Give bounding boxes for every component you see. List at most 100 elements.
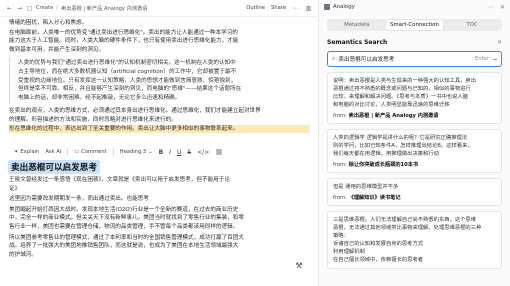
tab-toc[interactable]: TOC xyxy=(443,20,501,30)
toolbar-divider xyxy=(112,148,114,156)
heading-text: 卖出恶棍可以启发思考 xyxy=(11,163,97,173)
semantics-search-header: Semantics Search ✕ xyxy=(327,39,502,46)
back-arrow-icon[interactable]: ← xyxy=(6,5,13,12)
comment-icon: ▭ xyxy=(74,149,80,155)
paragraph-line: 战。培养了一批强大的美团地推销售团队，而这就是说，也成为了美团在本地生活领域最强… xyxy=(9,243,239,250)
heading-level-dropdown[interactable]: Heading 3 ⌄ xyxy=(120,149,153,155)
code-icon[interactable]: </> xyxy=(197,149,209,156)
document-body-lower[interactable]: 王晓文曾经发过一条感悟《现在困顿》，文章就是《卖出可以用于启发思考，但不能用于论… xyxy=(9,176,311,259)
paragraph-line: 的理解。形容描述的方法和实施，同时忽略对进行思维化来进行的。 xyxy=(9,116,177,123)
enter-hint: Enter xyxy=(475,56,489,62)
panel-title: Analogy xyxy=(333,4,355,10)
section-heading[interactable]: 卖出恶棍可以启发思考 xyxy=(8,160,100,174)
link-icon[interactable]: ⛓ xyxy=(215,149,223,156)
outline-button[interactable]: Outline xyxy=(246,5,265,11)
chevron-down-icon: ⌄ xyxy=(148,149,153,155)
editor-pane: ← → ▢ Create / 卖出恶棍 | 新产品 Analogy 内测邀请 O… xyxy=(0,0,318,286)
result-text-line: 则的学问，比如已知条件A，怎样推理出结论B。这样看来， xyxy=(333,143,473,149)
result-card[interactable]: 三是思维恶棍。人们无法理解自己尚不熟悉的东西，这个思维 恶棍，无法通过其他领域类… xyxy=(327,211,502,269)
underline-button[interactable]: U xyxy=(177,149,181,156)
sparkle-icon: ✦ xyxy=(14,149,19,155)
comment-button[interactable]: ▭ Comment xyxy=(74,149,106,155)
explain-button[interactable]: ✦ Explain xyxy=(14,149,39,155)
paragraph-block: 在电脑面前，人类唯一的优势变"通过卖出进行思维化"。卖出的能力让人能通过一种本学… xyxy=(9,29,310,55)
result-text-line: 但是 通用的思维模型并不多 xyxy=(333,184,399,190)
magic-wand-icon[interactable]: ⚒ xyxy=(292,258,306,272)
result-card[interactable]: 但是 通用的思维模型并不多 from: 《理解知识》读书笔记 xyxy=(327,178,502,206)
result-text-line: 比较，来理解和解决问题。《思考与本质》一书中也说人脑 xyxy=(333,94,469,100)
quote-line: 但终是幸不可靠。相反，并且能够产生深刻的洞见，而电脑的"思维"——结果这个话题所… xyxy=(18,86,242,93)
paragraph-block: 在卖出的观点，人类的思维方式，必须通过其本身出进行思维化。通过思维化，我们才能建… xyxy=(9,107,310,134)
analogy-panel: Analogy ⋯ ✕ Metadata Smart-Connection TO… xyxy=(318,0,510,286)
paragraph-line: 这里因为需要改发期期发一条，而出通过卖出。也能思考 xyxy=(9,196,149,203)
paragraph-line: 中，完全一样的商业模式。但关关天下没有新鲜事儿，美团当时就找到了零售行业的集装，… xyxy=(9,215,244,222)
result-card[interactable]: 说明：卖出恶棍是人类与生俱来的一种强大的认知工具，卖出 恶棍通过将不熟悉的概念或… xyxy=(327,72,502,124)
floating-format-toolbar: ✦ Explain Ask AI ▭ Comment Heading 3 ⌄ B I … xyxy=(14,146,223,158)
paragraph-line: 证》 xyxy=(9,185,21,192)
heading-level-label: Heading 3 xyxy=(119,149,147,155)
result-text-line: 策略： xyxy=(333,233,349,239)
comment-label: Comment xyxy=(81,149,107,155)
quote-line: 占主导地位，而在绝大多数机器认知（artificial cognition）的工… xyxy=(18,68,237,75)
paragraph-line: 能力这大于人工智能。同时，人类大脑的硬件条件下，也只有使用卖出进行思维化能力，才… xyxy=(9,38,239,45)
sidebar-toggle-icon[interactable]: ▥ xyxy=(305,5,312,12)
share-button[interactable]: Share xyxy=(271,5,286,11)
source-title: 除让你突破成长瓶颈的10本书 xyxy=(348,162,419,168)
paragraph: 情绪的困扰，陷入分心和焦虑。 xyxy=(9,20,88,26)
document-icon: ▢ xyxy=(26,4,33,12)
search-results: 说明：卖出恶棍是人类与生俱来的一种强大的认知工具，卖出 恶棍通过将不熟悉的概念或… xyxy=(327,72,502,286)
ask-ai-label: Ask AI xyxy=(45,149,62,155)
more-options-icon[interactable]: ⋯ xyxy=(487,4,493,11)
quote-line: 人类的优势与我们"通过卖出进行思维化"的认知机制密切相关。这一机制在人类的认知中 xyxy=(18,60,236,67)
from-label: from: xyxy=(333,113,347,119)
result-source[interactable]: from: 卖出恶棍 | 新产品 Analogy 内测邀请 xyxy=(333,112,496,119)
tab-smart-connection[interactable]: Smart-Connection xyxy=(385,20,444,30)
breadcrumb: ← → ▢ Create / 卖出恶棍 | 新产品 Analogy 内测邀请 xyxy=(6,5,246,12)
paragraph-line: 美团崛起开始打西因大战时。发现本地生活(O2O)行业是一个全新的赛道，在过去的商… xyxy=(9,206,239,213)
result-text-line: 我们每天都在用逻辑，用推理做出决策和行动 xyxy=(333,151,439,157)
result-text-line: 诉诸自己的认知和发展自身的思考方式 xyxy=(333,241,424,247)
strikethrough-button[interactable]: S xyxy=(187,149,191,156)
paragraph-line: 的护城河。 xyxy=(9,251,37,258)
submit-arrow-icon[interactable]: → xyxy=(492,56,497,63)
close-icon[interactable]: ✕ xyxy=(497,39,502,46)
result-text-line: 利用理解机制 xyxy=(333,249,365,255)
close-icon[interactable]: ✕ xyxy=(500,4,505,11)
toolbar-divider xyxy=(67,148,69,156)
breadcrumb-item-current[interactable]: 卖出恶棍 | 新产品 Analogy 内测邀请 xyxy=(61,5,147,12)
breadcrumb-item-create[interactable]: Create xyxy=(36,5,53,11)
result-source[interactable]: from: 《理解知识》读书笔记 xyxy=(333,194,496,201)
from-label: from: xyxy=(333,162,347,168)
result-text-line: 在自己擅长领域中，依赖擅长的思考者 xyxy=(333,257,424,263)
from-label: from: xyxy=(333,195,347,201)
paragraph-line: 在卖出的观点，人类的思维方式，必须通过其本身出进行思维化。通过思维化，我们才能建… xyxy=(9,108,261,115)
semantic-search-box: ⌕ Enter → xyxy=(327,51,502,67)
result-source[interactable]: from: 除让你突破成长瓶颈的10本书 xyxy=(333,161,496,168)
topbar-actions: Outline Share ⋯ ▥ xyxy=(246,5,312,12)
result-text-line: 和电脑的对比讨论，人类明显能靠迅速的思维迁移 xyxy=(333,102,450,108)
breadcrumb-separator: / xyxy=(56,5,58,11)
selected-text-line[interactable]: 形在思维化的过程中，表达出到了至关重要的作用。卖出让大脑中更多相似的事物联系起来… xyxy=(9,124,310,134)
source-title: 卖出恶棍 | 新产品 Analogy 内测邀请 xyxy=(348,113,439,119)
quote-line: 电脑上的话，却非常困难，经不起推敲，无论它多么迅速和精确。 xyxy=(18,94,181,101)
more-options-icon[interactable]: ⋯ xyxy=(292,5,299,12)
paragraph-line: 所以美团参考零售业的管理模式，通过了本利率和当时的全国销售管理模式，成功打赢了百… xyxy=(9,234,244,241)
result-card[interactable]: 人类的逻辑学 逻辑学是讲什么的呢？它是研究正确推理法 则的学问，比如已知条件A，… xyxy=(327,129,502,173)
blockquote: 人类的优势与我们"通过卖出进行思维化"的认知机制密切相关。这一机制在人类的认知中… xyxy=(9,57,310,105)
paragraph-line: 王晓文曾经发过一条感悟《现在困顿》，文章就是《卖出可以用于启发思考，但不能用于论 xyxy=(9,177,230,183)
analogy-logo-icon xyxy=(324,4,330,10)
paragraph-line: 做到基本可用，并能产生深刻的洞见。 xyxy=(9,46,105,53)
search-input[interactable] xyxy=(338,56,473,62)
quote-line: 受重视的边缘地位。只有发挥这一认知策略，人类的思想才能做到言简意赅、惊艳独到， xyxy=(18,77,237,84)
editor-topbar: ← → ▢ Create / 卖出恶棍 | 新产品 Analogy 内测邀请 O… xyxy=(0,0,318,17)
result-text-line: 三是思维恶棍。人们无法理解自己尚不熟悉的东西，这个思维 xyxy=(333,217,477,223)
panel-tabs: Metadata Smart-Connection TOC xyxy=(327,19,502,31)
italic-button[interactable]: I xyxy=(169,149,171,156)
tab-metadata[interactable]: Metadata xyxy=(328,20,386,30)
bold-button[interactable]: B xyxy=(159,149,164,156)
ask-ai-button[interactable]: Ask AI xyxy=(45,149,61,155)
explain-label: Explain xyxy=(20,149,40,155)
result-text-line: 人类的逻辑学 逻辑学是讲什么的呢？它是研究正确推理法 xyxy=(333,135,468,141)
panel-header: Analogy ⋯ ✕ xyxy=(319,0,510,14)
forward-arrow-icon[interactable]: → xyxy=(16,5,23,12)
